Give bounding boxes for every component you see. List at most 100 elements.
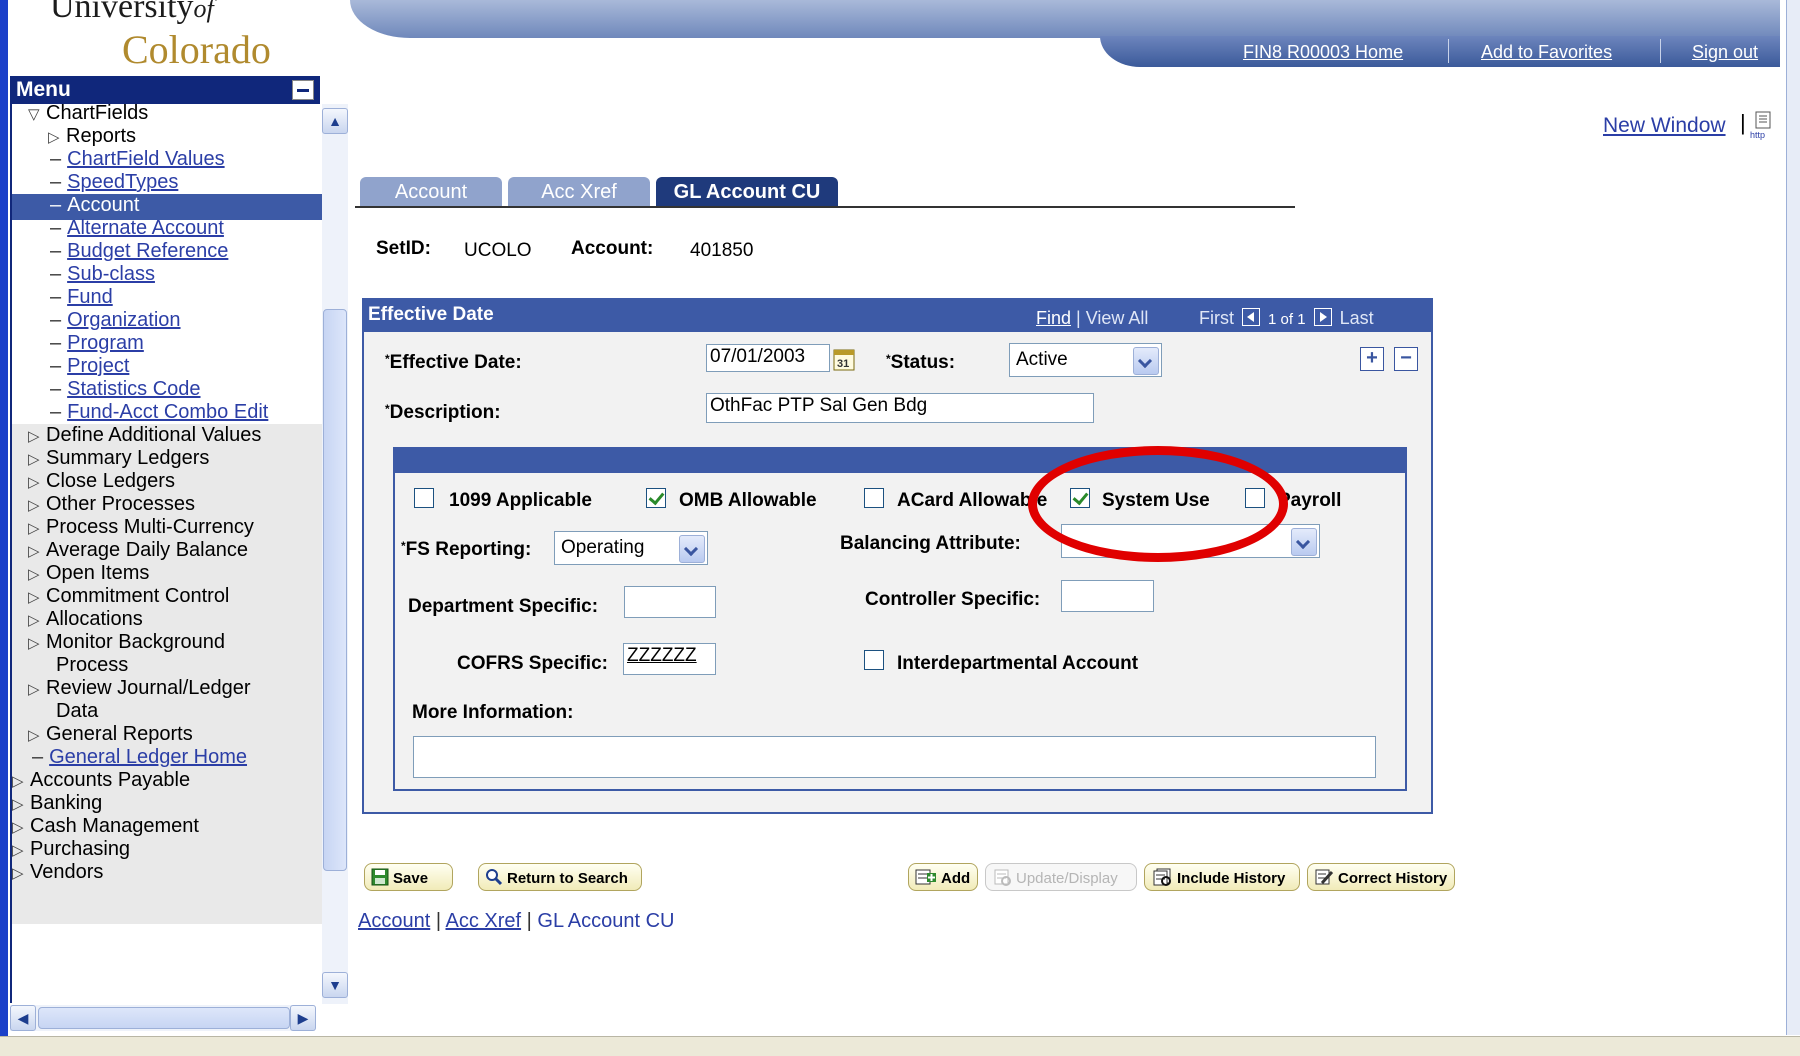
description-input[interactable]: OthFac PTP Sal Gen Bdg [706, 393, 1094, 423]
new-window-link[interactable]: New Window [1603, 114, 1726, 138]
calendar-icon[interactable]: 31 [833, 347, 855, 371]
add-to-favorites-link[interactable]: Add to Favorites [1481, 42, 1612, 63]
tab-account[interactable]: Account [360, 177, 502, 207]
chevron-down-icon[interactable] [1291, 528, 1317, 556]
menu-item-vendors[interactable]: ▷ Vendors [12, 861, 103, 884]
collapsed-triangle-icon[interactable]: ▷ [48, 128, 66, 146]
collapsed-triangle-icon[interactable]: ▷ [28, 611, 46, 629]
collapsed-triangle-icon[interactable]: ▷ [12, 818, 30, 836]
status-select[interactable]: Active [1009, 343, 1162, 377]
scroll-right-icon[interactable]: ▶ [290, 1005, 316, 1031]
collapsed-triangle-icon[interactable]: ▷ [28, 588, 46, 606]
previous-row-icon[interactable] [1242, 308, 1261, 326]
menu-item-close-ledgers[interactable]: ▷ Close Ledgers [28, 470, 175, 493]
cofrs-specific-input[interactable]: ZZZZZZ [623, 643, 716, 675]
menu-item-cash-management[interactable]: ▷ Cash Management [12, 815, 199, 838]
menu-horizontal-scrollbar[interactable]: ◀ ▶ [10, 1005, 316, 1031]
last-link[interactable]: Last [1340, 308, 1374, 328]
menu-item-sub-class[interactable]: – Sub-class [50, 263, 155, 286]
scroll-left-icon[interactable]: ◀ [10, 1005, 36, 1031]
collapsed-triangle-icon[interactable]: ▷ [28, 450, 46, 468]
effective-date-input[interactable]: 07/01/2003 [706, 344, 830, 372]
chevron-down-icon[interactable] [1133, 347, 1159, 375]
menu-item-other-processes[interactable]: ▷ Other Processes [28, 493, 195, 516]
checkbox-acard-allowable[interactable] [864, 488, 884, 508]
collapsed-triangle-icon[interactable]: ▷ [28, 634, 46, 652]
correct-history-button[interactable]: Correct History [1307, 863, 1455, 891]
scroll-thumb[interactable] [323, 309, 347, 871]
collapsed-triangle-icon[interactable]: ▷ [28, 473, 46, 491]
menu-item-monitor-background[interactable]: ▷ Monitor Background [28, 631, 225, 654]
collapsed-triangle-icon[interactable]: ▷ [28, 726, 46, 744]
menu-item-alternate-account[interactable]: – Alternate Account [50, 217, 224, 240]
header-nav: FIN8 R00003 Home Add to Favorites Sign o… [1100, 36, 1780, 67]
return-to-search-button[interactable]: Return to Search [478, 863, 642, 891]
tab-acc-xref[interactable]: Acc Xref [508, 177, 650, 207]
chevron-down-icon[interactable] [679, 535, 705, 563]
checkbox-1099-applicable[interactable] [414, 488, 434, 508]
http-link-icon[interactable]: http [1750, 110, 1776, 140]
collapsed-triangle-icon[interactable]: ▷ [12, 772, 30, 790]
find-link[interactable]: Find [1036, 308, 1071, 328]
delete-row-icon[interactable]: − [1394, 347, 1418, 371]
collapse-menu-icon[interactable] [292, 80, 314, 100]
menu-item-define-additional-values[interactable]: ▷ Define Additional Values [28, 424, 261, 447]
link-account[interactable]: Account [358, 910, 430, 932]
controller-specific-input[interactable] [1061, 580, 1154, 612]
menu-item-summary-ledgers[interactable]: ▷ Summary Ledgers [28, 447, 209, 470]
collapsed-triangle-icon[interactable]: ▷ [28, 542, 46, 560]
menu-item-purchasing[interactable]: ▷ Purchasing [12, 838, 130, 861]
menu-item-commitment-control[interactable]: ▷ Commitment Control [28, 585, 229, 608]
home-link[interactable]: FIN8 R00003 Home [1243, 42, 1403, 63]
menu-item-statistics-code[interactable]: – Statistics Code [50, 378, 201, 401]
menu-item-allocations[interactable]: ▷ Allocations [28, 608, 143, 631]
collapsed-triangle-icon[interactable]: ▷ [28, 519, 46, 537]
checkbox-omb-allowable[interactable] [646, 488, 666, 508]
menu-item-review-journal-ledger[interactable]: ▷ Review Journal/Ledger [28, 677, 251, 700]
menu-item-general-ledger-home[interactable]: – General Ledger Home [32, 746, 247, 769]
menu-item-open-items[interactable]: ▷ Open Items [28, 562, 149, 585]
tab-gl-account-cu[interactable]: GL Account CU [656, 177, 838, 207]
scroll-thumb[interactable] [38, 1007, 290, 1029]
save-button[interactable]: Save [364, 863, 453, 891]
include-history-button[interactable]: Include History [1144, 863, 1300, 891]
menu-item-general-reports[interactable]: ▷ General Reports [28, 723, 193, 746]
menu-item-banking[interactable]: ▷ Banking [12, 792, 102, 815]
menu-item-accounts-payable[interactable]: ▷ Accounts Payable [12, 769, 190, 792]
collapsed-triangle-icon[interactable]: ▷ [28, 565, 46, 583]
add-row-icon[interactable]: + [1360, 347, 1384, 371]
fs-reporting-select[interactable]: Operating [554, 531, 708, 565]
menu-item-reports[interactable]: ▷ Reports [48, 125, 136, 148]
checkbox-interdepartmental-account[interactable] [864, 650, 884, 670]
scroll-up-icon[interactable]: ▲ [322, 108, 348, 134]
first-link[interactable]: First [1199, 308, 1234, 328]
more-information-input[interactable] [413, 736, 1376, 778]
link-acc-xref[interactable]: Acc Xref [445, 910, 521, 932]
menu-vertical-scrollbar[interactable]: ▲ ▼ [322, 104, 348, 1004]
sign-out-link[interactable]: Sign out [1692, 42, 1758, 63]
menu-item-fund[interactable]: – Fund [50, 286, 113, 309]
window-right-scrollbar[interactable] [1786, 0, 1800, 1035]
menu-item-speedtypes[interactable]: – SpeedTypes [50, 171, 178, 194]
menu-item-program[interactable]: – Program [50, 332, 144, 355]
update-display-button[interactable]: Update/Display [985, 863, 1137, 891]
department-specific-input[interactable] [624, 586, 716, 618]
menu-item-budget-reference[interactable]: – Budget Reference [50, 240, 228, 263]
collapsed-triangle-icon[interactable]: ▷ [28, 427, 46, 445]
menu-item-fund-acct-combo-edit[interactable]: – Fund-Acct Combo Edit [50, 401, 268, 424]
add-button[interactable]: Add [908, 863, 978, 891]
expanded-triangle-icon[interactable]: ▽ [28, 105, 46, 123]
scroll-down-icon[interactable]: ▼ [322, 972, 348, 998]
collapsed-triangle-icon[interactable]: ▷ [12, 795, 30, 813]
menu-item-average-daily-balance[interactable]: ▷ Average Daily Balance [28, 539, 248, 562]
menu-item-chartfield-values[interactable]: – ChartField Values [50, 148, 225, 171]
menu-item-chartfields[interactable]: ▽ ChartFields [28, 104, 148, 125]
collapsed-triangle-icon[interactable]: ▷ [12, 864, 30, 882]
menu-item-project[interactable]: – Project [50, 355, 129, 378]
collapsed-triangle-icon[interactable]: ▷ [12, 841, 30, 859]
menu-item-organization[interactable]: – Organization [50, 309, 181, 332]
collapsed-triangle-icon[interactable]: ▷ [28, 680, 46, 698]
next-row-icon[interactable] [1313, 308, 1332, 326]
menu-item-process-multi-currency[interactable]: ▷ Process Multi-Currency [28, 516, 254, 539]
collapsed-triangle-icon[interactable]: ▷ [28, 496, 46, 514]
